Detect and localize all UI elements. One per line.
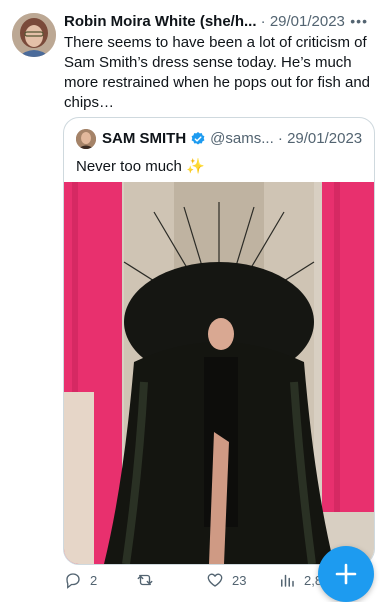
retweet-button[interactable] bbox=[136, 568, 162, 592]
retweet-icon bbox=[137, 574, 153, 586]
like-button[interactable]: 23 bbox=[206, 568, 246, 592]
quoted-tweet-photo[interactable] bbox=[64, 182, 374, 564]
tweet-timestamp[interactable]: · 29/01/2023 bbox=[257, 13, 345, 30]
sparkle-icon: ✨ bbox=[186, 158, 205, 175]
quoted-tweet-header: SAM SMITH @sams... · 29/01/2023 bbox=[76, 129, 362, 149]
author-avatar[interactable] bbox=[12, 13, 56, 57]
tweet-header: Robin Moira White (she/h... · 29/01/2023… bbox=[64, 12, 374, 32]
author-name[interactable]: Robin Moira White (she/h... bbox=[64, 13, 257, 30]
quoted-handle-time: @sams... · 29/01/2023 bbox=[210, 130, 363, 147]
verified-icon bbox=[191, 132, 205, 145]
heart-icon bbox=[207, 573, 223, 587]
reply-button[interactable]: 2 bbox=[64, 568, 97, 592]
views-icon bbox=[281, 574, 294, 587]
quoted-author-name: SAM SMITH bbox=[102, 130, 187, 147]
quoted-tweet[interactable]: SAM SMITH @sams... · 29/01/2023 Never to… bbox=[63, 117, 375, 565]
like-count: 23 bbox=[232, 572, 247, 588]
compose-button[interactable] bbox=[318, 546, 374, 602]
quoted-tweet-text: Never too much ✨ bbox=[76, 157, 205, 177]
views-button[interactable]: 2,8 bbox=[278, 568, 322, 592]
tweet-text: There seems to have been a lot of critic… bbox=[64, 34, 371, 111]
reply-count: 2 bbox=[90, 572, 98, 588]
quoted-author-avatar bbox=[76, 129, 96, 149]
quoted-text-content: Never too much bbox=[76, 158, 187, 175]
more-icon[interactable]: ••• bbox=[350, 14, 368, 28]
reply-icon bbox=[66, 573, 80, 589]
photo-illustration bbox=[64, 182, 374, 564]
compose-plus-icon bbox=[335, 563, 357, 585]
author-avatar-photo bbox=[12, 13, 56, 57]
